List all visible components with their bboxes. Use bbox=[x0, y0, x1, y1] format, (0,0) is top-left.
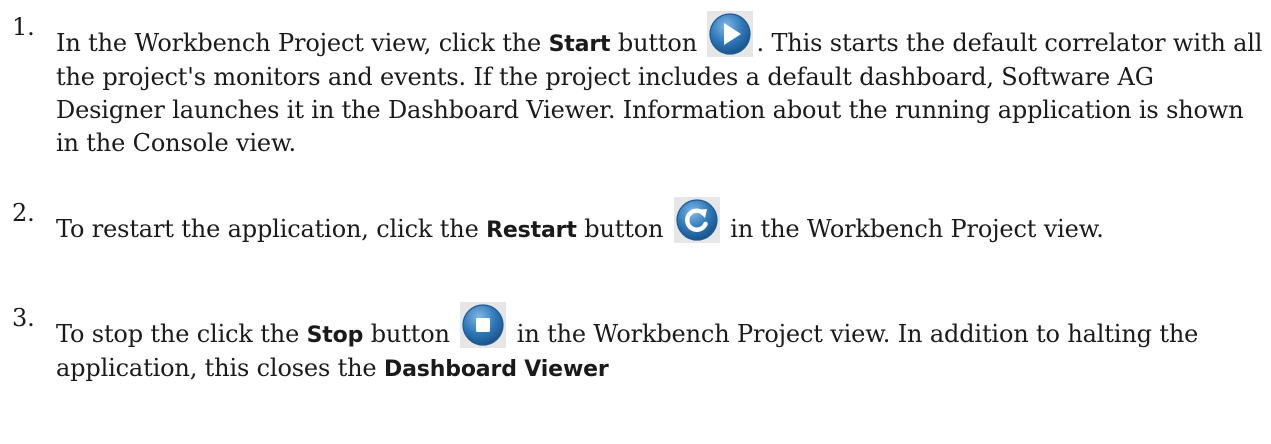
step-text-lead: In the Workbench Project view, click the bbox=[56, 29, 549, 57]
start-button-name: Start bbox=[548, 32, 611, 57]
step-number: 2. bbox=[12, 199, 35, 227]
step-text: To stop the click the Stop button in the… bbox=[56, 302, 1266, 386]
step-text-lead: To stop the click the bbox=[56, 320, 307, 348]
stop-button-name: Stop bbox=[306, 323, 364, 348]
step-number: 3. bbox=[12, 304, 35, 332]
restart-icon bbox=[673, 197, 720, 243]
step-text-button-word: button bbox=[576, 215, 671, 243]
step-text-lead: To restart the application, click the bbox=[56, 215, 487, 243]
step-text: To restart the application, click the Re… bbox=[56, 197, 1266, 247]
step-text-button-word: button bbox=[363, 320, 458, 348]
restart-button-name: Restart bbox=[486, 218, 577, 243]
play-icon bbox=[707, 11, 754, 57]
dashboard-viewer-name: Dashboard Viewer bbox=[383, 357, 609, 382]
step-text: In the Workbench Project view, click the… bbox=[56, 11, 1266, 160]
step-number: 1. bbox=[12, 13, 35, 41]
stop-icon bbox=[460, 302, 507, 348]
step-text-trail: in the Workbench Project view. bbox=[722, 215, 1104, 243]
step-text-button-word: button bbox=[610, 29, 705, 57]
